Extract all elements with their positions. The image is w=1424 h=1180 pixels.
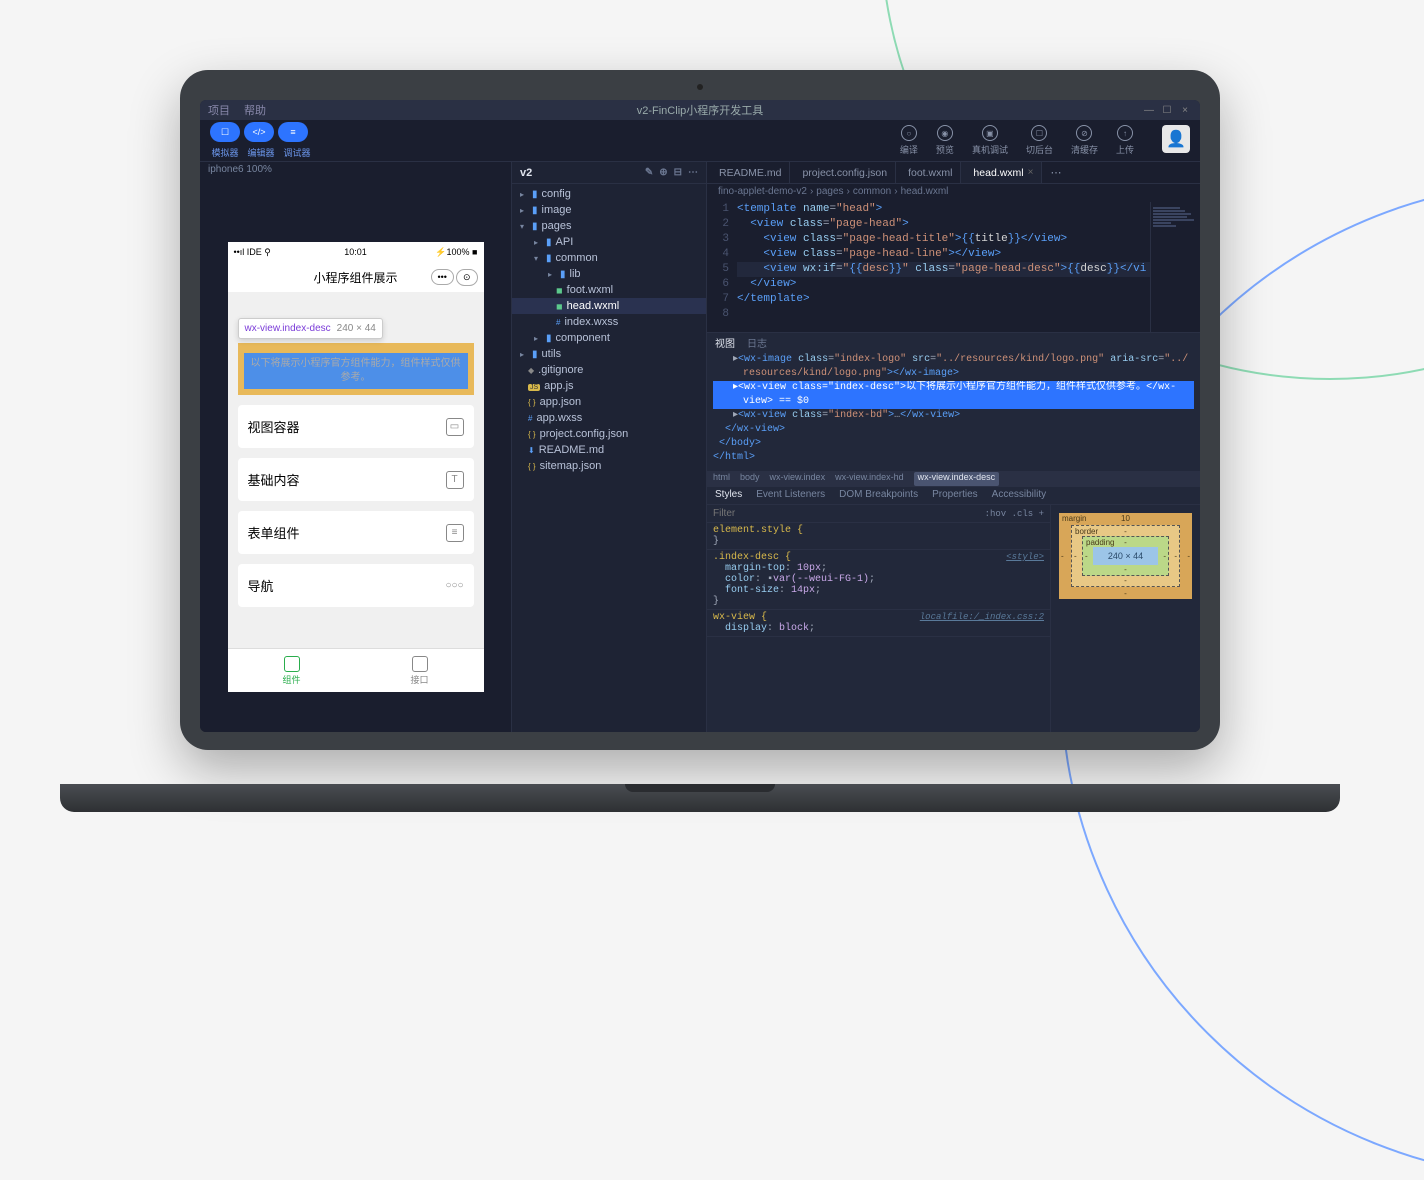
- file-explorer: v2 ✎ ⊕ ⊟ ⋯ ▸▮config ▸▮image ▾▮pages ▸▮AP…: [512, 162, 707, 732]
- capsule-close[interactable]: ⊙: [456, 269, 478, 286]
- menu-help[interactable]: 帮助: [244, 102, 266, 118]
- devtools-panel: 视图 日志 ▸<wx-image class="index-logo" src=…: [707, 332, 1200, 732]
- tree-file-sitemap[interactable]: sitemap.json: [512, 458, 706, 474]
- tree-file-appjs[interactable]: app.js: [512, 378, 706, 394]
- simulator-label: 模拟器: [210, 146, 240, 159]
- code-editor[interactable]: 12345678 <template name="head"> <view cl…: [707, 202, 1200, 332]
- menu-project[interactable]: 项目: [208, 102, 230, 118]
- component-icon: [284, 656, 300, 672]
- file-tree: ▸▮config ▸▮image ▾▮pages ▸▮API ▾▮common …: [512, 184, 706, 732]
- device-simulator: ••ıl IDE ⚲ 10:01 ⚡100% ■ 小程序组件展示 ••• ⊙: [228, 242, 484, 692]
- collapse-icon[interactable]: ⊟: [674, 167, 682, 178]
- devtools-tab-log[interactable]: 日志: [747, 335, 767, 349]
- new-folder-icon[interactable]: ⊕: [659, 167, 667, 178]
- editor-tabs: README.md project.config.json foot.wxml …: [707, 162, 1200, 184]
- simulator-panel: iphone6 100% ••ıl IDE ⚲ 10:01 ⚡100% ■ 小程…: [200, 162, 512, 732]
- tab-component[interactable]: 组件: [228, 649, 356, 692]
- preview-action[interactable]: ◉预览: [936, 125, 954, 156]
- user-avatar[interactable]: 👤: [1162, 125, 1190, 153]
- list-icon: ≡: [446, 524, 464, 542]
- tab-readme[interactable]: README.md: [707, 162, 790, 183]
- styles-tab-styles[interactable]: Styles: [715, 489, 742, 502]
- box-model: margin 10 - - - border - - -: [1050, 505, 1200, 732]
- styles-tab-breakpoints[interactable]: DOM Breakpoints: [839, 489, 918, 502]
- close-button[interactable]: ×: [1176, 105, 1194, 116]
- tree-folder-lib[interactable]: ▸▮lib: [512, 266, 706, 282]
- tree-folder-image[interactable]: ▸▮image: [512, 202, 706, 218]
- ide-window: 项目 帮助 v2-FinClip小程序开发工具 — ☐ × ☐ </> ≡: [200, 100, 1200, 732]
- styles-pane[interactable]: :hov .cls + element.style {} <style> .in…: [707, 505, 1050, 732]
- tabs-overflow[interactable]: ⋯: [1042, 162, 1069, 183]
- titlebar: 项目 帮助 v2-FinClip小程序开发工具 — ☐ ×: [200, 100, 1200, 120]
- status-time: 10:01: [315, 247, 396, 257]
- window-title: v2-FinClip小程序开发工具: [637, 102, 764, 118]
- tree-file-projconfig[interactable]: project.config.json: [512, 426, 706, 442]
- tree-folder-config[interactable]: ▸▮config: [512, 186, 706, 202]
- new-file-icon[interactable]: ✎: [645, 167, 653, 178]
- tree-file-appjson[interactable]: app.json: [512, 394, 706, 410]
- tab-foot[interactable]: foot.wxml: [896, 162, 961, 183]
- tree-file-indexwxss[interactable]: index.wxss: [512, 314, 706, 330]
- editor-panel: README.md project.config.json foot.wxml …: [707, 162, 1200, 732]
- device-info: iphone6 100%: [200, 162, 511, 182]
- maximize-button[interactable]: ☐: [1158, 105, 1176, 116]
- upload-action[interactable]: ↑上传: [1116, 125, 1134, 156]
- tab-projectconfig[interactable]: project.config.json: [790, 162, 896, 183]
- elements-tree[interactable]: ▸<wx-image class="index-logo" src="../re…: [707, 351, 1200, 471]
- capsule-menu[interactable]: •••: [431, 269, 454, 285]
- nav-bar: 小程序组件展示 ••• ⊙: [228, 262, 484, 292]
- debugger-toggle[interactable]: ≡: [278, 122, 308, 142]
- tab-head[interactable]: head.wxml×: [961, 162, 1042, 183]
- project-root[interactable]: v2: [520, 167, 532, 179]
- nav-title: 小程序组件展示: [313, 269, 397, 286]
- tab-api[interactable]: 接口: [356, 649, 484, 692]
- devtools-tab-view[interactable]: 视图: [715, 335, 735, 349]
- tree-file-gitignore[interactable]: .gitignore: [512, 362, 706, 378]
- tree-more-icon[interactable]: ⋯: [688, 167, 698, 178]
- editor-label: 编辑器: [246, 146, 276, 159]
- tree-file-readme[interactable]: README.md: [512, 442, 706, 458]
- minimap[interactable]: [1150, 202, 1200, 332]
- compile-action[interactable]: ○编译: [900, 125, 918, 156]
- tree-file-head[interactable]: head.wxml: [512, 298, 706, 314]
- menu-view-container[interactable]: 视图容器▭: [238, 405, 474, 448]
- elements-breadcrumb[interactable]: html body wx-view.index wx-view.index-hd…: [707, 471, 1200, 487]
- menu-form-component[interactable]: 表单组件≡: [238, 511, 474, 554]
- styles-hov-toggle[interactable]: :hov .cls +: [985, 509, 1044, 519]
- container-icon: ▭: [446, 418, 464, 436]
- tree-folder-common[interactable]: ▾▮common: [512, 250, 706, 266]
- styles-tab-accessibility[interactable]: Accessibility: [992, 489, 1046, 502]
- menu-basic-content[interactable]: 基础内容T: [238, 458, 474, 501]
- inspect-tooltip: wx-view.index-desc 240 × 44: [238, 318, 383, 339]
- status-battery: ⚡100% ■: [396, 247, 477, 258]
- text-icon: T: [446, 471, 464, 489]
- tree-folder-pages[interactable]: ▾▮pages: [512, 218, 706, 234]
- breadcrumb[interactable]: fino-applet-demo-v2›pages›common›head.wx…: [707, 184, 1200, 202]
- styles-tab-properties[interactable]: Properties: [932, 489, 978, 502]
- laptop-mockup: 项目 帮助 v2-FinClip小程序开发工具 — ☐ × ☐ </> ≡: [180, 70, 1220, 790]
- styles-filter-input[interactable]: [713, 508, 773, 519]
- menu-navigation[interactable]: 导航○○○: [238, 564, 474, 607]
- tree-folder-component[interactable]: ▸▮component: [512, 330, 706, 346]
- tree-file-appwxss[interactable]: app.wxss: [512, 410, 706, 426]
- line-gutter: 12345678: [707, 202, 737, 332]
- realdebug-action[interactable]: ▣真机调试: [972, 125, 1008, 156]
- toolbar: ☐ </> ≡ 模拟器 编辑器 调试器 ○编译 ◉预览 ▣真机调试 ☐切后台: [200, 120, 1200, 162]
- tree-folder-utils[interactable]: ▸▮utils: [512, 346, 706, 362]
- tree-folder-api[interactable]: ▸▮API: [512, 234, 706, 250]
- simulator-toggle[interactable]: ☐: [210, 122, 240, 142]
- styles-tab-listeners[interactable]: Event Listeners: [756, 489, 825, 502]
- minimize-button[interactable]: —: [1140, 105, 1158, 116]
- box-content-dim: 240 × 44: [1093, 547, 1158, 565]
- clearcache-action[interactable]: ⊘清缓存: [1071, 125, 1098, 156]
- close-icon[interactable]: ×: [1028, 167, 1034, 178]
- inspected-element[interactable]: 以下将展示小程序官方组件能力，组件样式仅供参考。: [238, 343, 474, 395]
- api-icon: [412, 656, 428, 672]
- editor-toggle[interactable]: </>: [244, 122, 274, 142]
- debugger-label: 调试器: [282, 146, 312, 159]
- backend-action[interactable]: ☐切后台: [1026, 125, 1053, 156]
- status-signal: ••ıl IDE ⚲: [234, 247, 315, 258]
- tree-file-foot[interactable]: foot.wxml: [512, 282, 706, 298]
- more-icon: ○○○: [446, 577, 464, 595]
